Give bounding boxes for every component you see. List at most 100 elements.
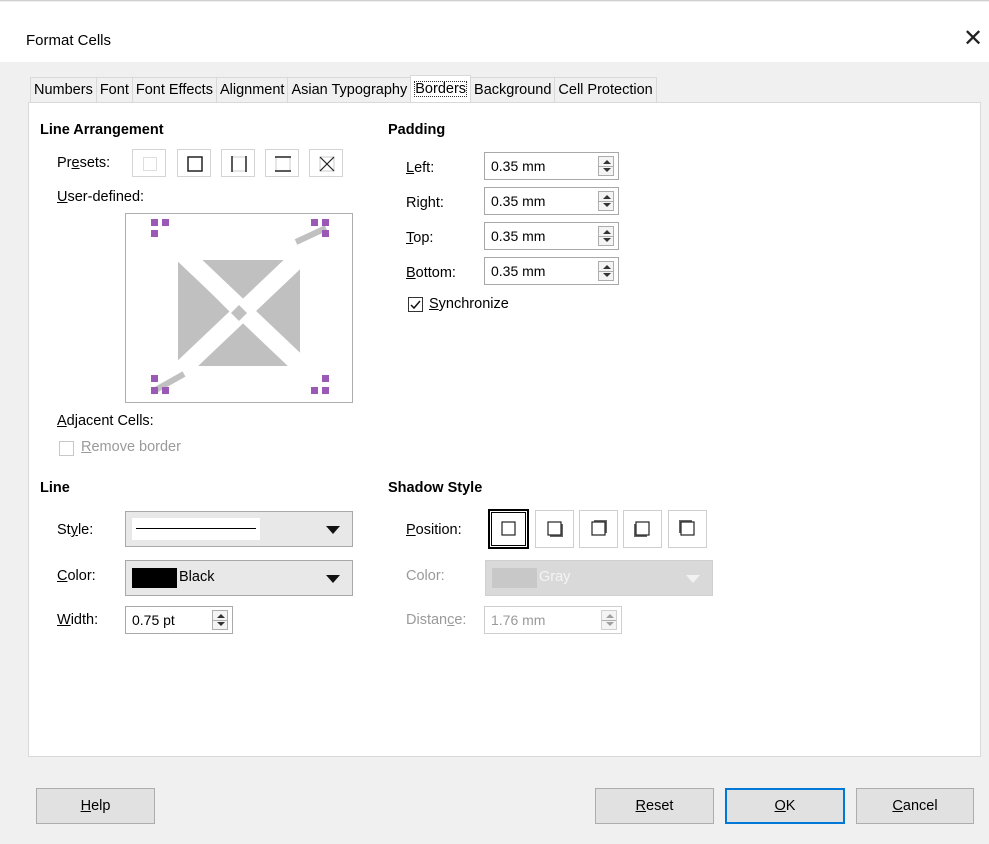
tab-asian-typography[interactable]: Asian Typography: [287, 77, 412, 102]
padding-bottom-spin-buttons[interactable]: [598, 261, 614, 281]
preset-none-icon: [143, 157, 157, 171]
padding-right-label-post: ht:: [427, 195, 444, 211]
line-arrangement-heading: Line Arrangement: [40, 122, 164, 138]
tab-font-effects[interactable]: Font Effects: [131, 77, 217, 102]
padding-top-spin-buttons[interactable]: [598, 226, 614, 246]
preset-top-bottom-button[interactable]: [265, 149, 299, 177]
preset-diagonal-icon: [319, 156, 335, 172]
shadow-bottom-left-button[interactable]: [623, 510, 662, 548]
shadow-distance-label-post: e:: [454, 612, 467, 628]
padding-top-label-post: op:: [413, 230, 434, 246]
user-defined-label-post: ser-defined:: [67, 189, 145, 205]
shadow-distance-spinbox[interactable]: 1.76 mm: [484, 606, 622, 634]
padding-left-spin-buttons[interactable]: [598, 156, 614, 176]
padding-left-spinbox[interactable]: 0.35 mm: [484, 152, 619, 180]
line-style-label-pre: St: [57, 522, 71, 538]
shadow-style-heading: Shadow Style: [388, 480, 483, 496]
padding-bottom-value: 0.35 mm: [491, 263, 546, 279]
tab-cell-protection[interactable]: Cell Protection: [554, 77, 657, 102]
shadow-top-right-button[interactable]: [579, 510, 618, 548]
shadow-color-dropdown[interactable]: Gray: [485, 560, 713, 596]
shadow-color-swatch: [492, 568, 537, 588]
ok-button-u: O: [774, 798, 786, 814]
preset-none-button[interactable]: [132, 149, 166, 177]
help-button-post: elp: [91, 798, 111, 814]
line-width-spinbox[interactable]: 0.75 pt: [125, 606, 233, 634]
line-width-value: 0.75 pt: [132, 612, 175, 628]
padding-right-spin-buttons[interactable]: [598, 191, 614, 211]
synchronize-label-u: S: [429, 296, 439, 312]
preset-left-right-button[interactable]: [221, 149, 255, 177]
line-heading: Line: [40, 480, 70, 496]
user-defined-border-preview[interactable]: [125, 213, 353, 403]
dialog-title: Format Cells: [26, 32, 112, 49]
cancel-button-u: C: [892, 798, 903, 814]
tab-bar: Numbers Font Font Effects Alignment Asia…: [30, 75, 657, 102]
line-style-label-u: y: [70, 522, 78, 538]
shadow-none-button[interactable]: [488, 509, 529, 549]
chevron-down-icon: [326, 526, 340, 534]
line-width-label: Width:: [57, 612, 98, 628]
tab-numbers[interactable]: Numbers: [30, 77, 97, 102]
chevron-down-icon: [326, 575, 340, 583]
adjacent-cells-label-u: A: [57, 413, 67, 429]
remove-border-checkbox[interactable]: [59, 441, 74, 456]
ok-button-post: K: [785, 798, 796, 814]
shadow-bottom-left-icon: [634, 521, 650, 537]
line-style-swatch: [132, 518, 260, 540]
padding-bottom-spinbox[interactable]: 0.35 mm: [484, 257, 619, 285]
line-color-dropdown[interactable]: Black: [125, 560, 353, 596]
line-color-value: Black: [179, 569, 215, 585]
tab-font[interactable]: Font: [95, 77, 133, 102]
user-defined-label: User-defined:: [57, 189, 144, 205]
shadow-distance-value: 1.76 mm: [491, 612, 546, 628]
line-color-swatch: [132, 568, 177, 588]
ok-button[interactable]: OK: [725, 788, 845, 824]
padding-right-label: Right:: [406, 195, 444, 211]
help-button-u: H: [80, 798, 92, 814]
padding-left-label: Left:: [406, 160, 434, 176]
shadow-top-left-button[interactable]: [668, 510, 707, 548]
tab-borders-label: Borders: [414, 81, 468, 97]
reset-button-post: eset: [646, 798, 674, 814]
line-width-spin-buttons[interactable]: [212, 610, 228, 630]
line-color-label: Color:: [57, 568, 96, 584]
shadow-top-right-icon: [591, 520, 607, 536]
synchronize-label-post: ynchronize: [438, 296, 509, 312]
cancel-button[interactable]: Cancel: [856, 788, 974, 824]
reset-button-u: R: [635, 798, 647, 814]
border-preview-drawing: [150, 219, 329, 395]
preset-diagonal-button[interactable]: [309, 149, 343, 177]
presets-label-post: sets:: [79, 155, 111, 171]
padding-left-value: 0.35 mm: [491, 158, 546, 174]
shadow-position-label: Position:: [406, 522, 462, 538]
help-button[interactable]: Help: [36, 788, 155, 824]
padding-top-label: Top:: [406, 230, 433, 246]
user-defined-label-u: U: [57, 189, 68, 205]
shadow-distance-spin-buttons[interactable]: [601, 610, 617, 630]
line-style-dropdown[interactable]: [125, 511, 353, 547]
synchronize-label: Synchronize: [429, 296, 509, 312]
presets-label-pre: Pr: [57, 155, 72, 171]
tab-alignment[interactable]: Alignment: [215, 77, 289, 102]
padding-top-value: 0.35 mm: [491, 228, 546, 244]
shadow-bottom-right-button[interactable]: [535, 510, 574, 548]
padding-bottom-label-post: ottom:: [415, 265, 456, 281]
tab-borders[interactable]: Borders: [410, 75, 472, 102]
shadow-distance-label: Distance:: [406, 612, 466, 628]
padding-right-spinbox[interactable]: 0.35 mm: [484, 187, 619, 215]
preset-box-button[interactable]: [177, 149, 211, 177]
close-icon[interactable]: ✕: [958, 24, 988, 54]
padding-right-value: 0.35 mm: [491, 193, 546, 209]
shadow-position-label-u: P: [406, 522, 416, 538]
chevron-down-icon: [686, 575, 700, 583]
adjacent-cells-label-post: djacent Cells:: [66, 413, 154, 429]
shadow-none-icon: [501, 521, 516, 536]
padding-top-spinbox[interactable]: 0.35 mm: [484, 222, 619, 250]
line-style-label-post: le:: [77, 522, 94, 538]
tab-background[interactable]: Background: [470, 77, 556, 102]
synchronize-checkbox[interactable]: [408, 297, 423, 312]
cancel-button-post: ancel: [902, 798, 938, 814]
reset-button[interactable]: Reset: [595, 788, 714, 824]
checkmark-icon: [410, 300, 421, 310]
